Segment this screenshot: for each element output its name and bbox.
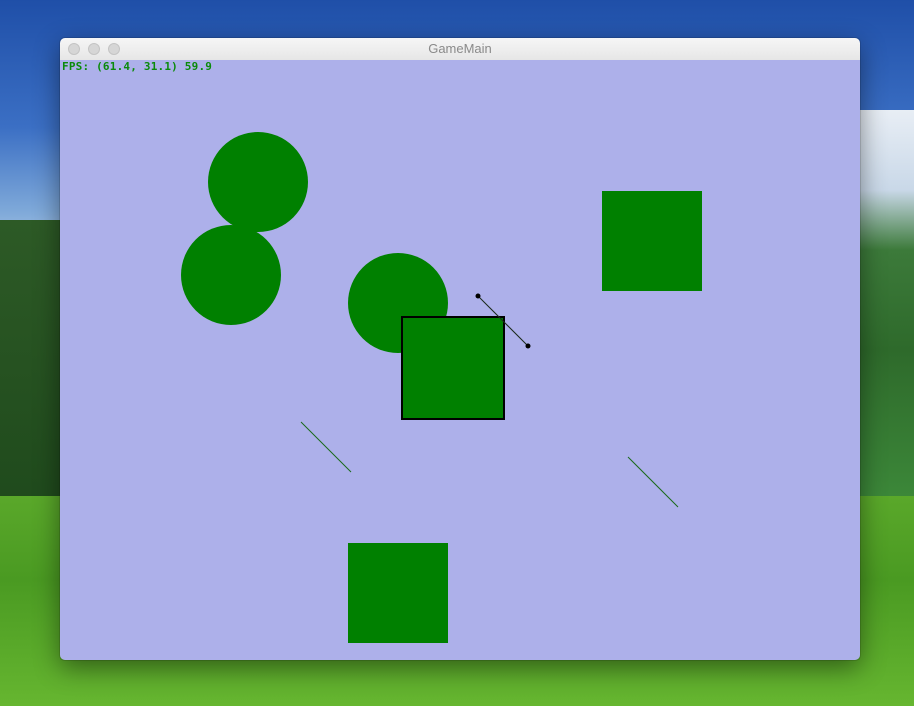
segment-handle-end[interactable]: [525, 343, 531, 349]
box-bottom[interactable]: [348, 543, 448, 643]
game-scene[interactable]: [60, 60, 860, 660]
window-title: GameMain: [428, 41, 492, 56]
box-top-right[interactable]: [602, 191, 702, 291]
segment-left[interactable]: [300, 421, 352, 473]
ball-2[interactable]: [181, 225, 281, 325]
segment-right[interactable]: [627, 456, 679, 508]
ball-1[interactable]: [208, 132, 308, 232]
segment-handle-start[interactable]: [475, 293, 481, 299]
fps-readout: FPS: (61.4, 31.1) 59.9: [62, 60, 213, 73]
box-selected[interactable]: [401, 316, 505, 420]
wallpaper-mountains: [854, 110, 914, 510]
window-titlebar[interactable]: GameMain: [60, 38, 860, 61]
game-window: GameMain FPS: (61.4, 31.1) 59.9: [60, 38, 860, 660]
wallpaper-trees: [0, 220, 60, 510]
game-canvas[interactable]: FPS: (61.4, 31.1) 59.9: [60, 60, 860, 660]
